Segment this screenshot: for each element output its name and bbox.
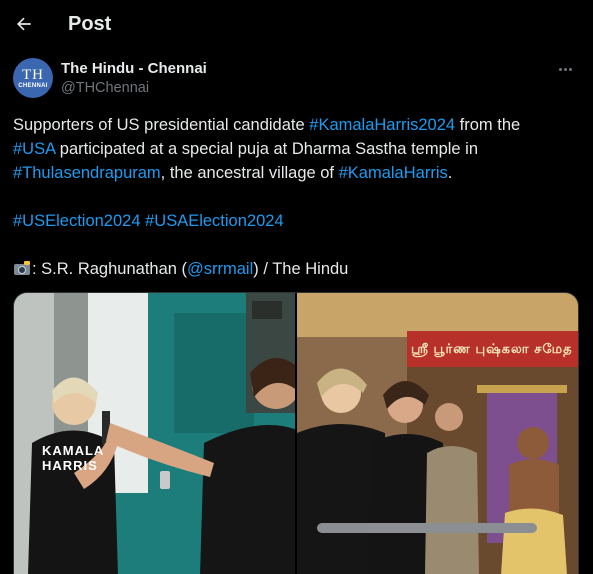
hashtag-link[interactable]: #USA — [13, 140, 55, 158]
avatar-logo-subtext: CHENNAI — [18, 82, 48, 89]
more-horizontal-icon — [558, 67, 562, 71]
tweet-line: #Thulasendrapuram, the ancestral village… — [13, 161, 585, 185]
avatar[interactable]: TH CHENNAI — [13, 58, 53, 98]
arrow-left-icon — [17, 17, 31, 31]
camera-flash-icon — [13, 261, 31, 275]
tweet-line: Supporters of US presidential candidate … — [13, 113, 585, 137]
page-title: Post — [68, 13, 112, 35]
tweet-text-segment: . — [447, 164, 453, 182]
photo-temple-puja[interactable]: ஸ்ரீ பூர்ண புஷ்கலா சமேத — [297, 293, 578, 574]
hashtag-link[interactable]: #USAElection2024 — [145, 212, 284, 230]
tweet-text-segment: from the — [455, 116, 521, 134]
photo-illustration — [297, 293, 578, 574]
tweet-line: : S.R. Raghunathan (@srrmail) / The Hind… — [13, 257, 585, 281]
media-grid: KAMALA HARRIS ஸ்ரீ பூர்ண புஷ்கலா சமேத — [13, 292, 579, 574]
tweet-line: #USElection2024 #USAElection2024 — [13, 209, 585, 233]
tweet-text-segment: ) / The Hindu — [253, 260, 349, 278]
author-display-name[interactable]: The Hindu - Chennai — [61, 60, 207, 77]
author-handle[interactable]: @THChennai — [61, 80, 149, 96]
hashtag-link[interactable]: #Thulasendrapuram — [13, 164, 161, 182]
tweet-text: Supporters of US presidential candidate … — [13, 113, 585, 281]
top-bar: Post — [0, 0, 593, 50]
photo-illustration — [14, 293, 295, 574]
tweet-text-segment: : S.R. Raghunathan ( — [32, 260, 188, 278]
tweet-text-segment: Supporters of US presidential candidate — [13, 116, 310, 134]
hashtag-link[interactable]: #KamalaHarris2024 — [309, 116, 455, 134]
tweet-text-segment: , the ancestral village of — [160, 164, 339, 182]
mention-link[interactable]: @srrmail — [187, 260, 253, 278]
tweet-line: #USA participated at a special puja at D… — [13, 137, 585, 161]
more-options-button[interactable] — [553, 59, 577, 79]
photo-supporters-selfie[interactable]: KAMALA HARRIS — [14, 293, 295, 574]
more-dot — [568, 67, 572, 71]
author-row: TH CHENNAI The Hindu - Chennai @THChenna… — [13, 57, 583, 101]
more-dot — [563, 67, 567, 71]
temple-sign-text: ஸ்ரீ பூர்ண புஷ்கலா சமேத — [411, 341, 573, 356]
shirt-print-text: KAMALA HARRIS — [42, 443, 104, 473]
tweet-text-segment: participated at a special puja at Dharma… — [55, 140, 479, 158]
hashtag-link[interactable]: #KamalaHarris — [339, 164, 448, 182]
hashtag-link[interactable]: #USElection2024 — [13, 212, 141, 230]
back-button[interactable] — [10, 10, 38, 38]
avatar-logo-text: TH — [22, 66, 44, 83]
